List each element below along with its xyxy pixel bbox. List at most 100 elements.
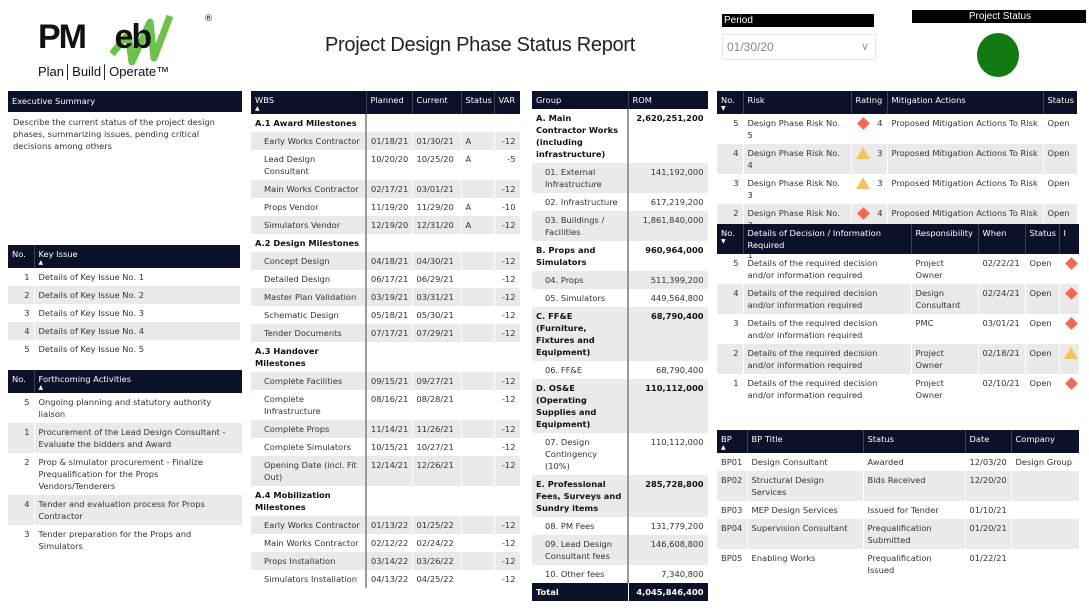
table-row[interactable]: 5 Design Phase Risk No. 5 4 Proposed Mitiga… <box>717 114 1078 144</box>
column-header[interactable]: Date <box>965 430 1012 453</box>
column-header[interactable]: Status <box>1043 91 1077 114</box>
table-row[interactable]: Props Installation 03/14/22 03/26/22 -12 <box>251 552 521 570</box>
column-header[interactable]: Company <box>1011 430 1079 453</box>
table-row[interactable]: Schematic Design 05/18/21 05/30/21 -12 <box>251 306 521 324</box>
group-row[interactable]: A.4 Mobilization Milestones <box>251 486 521 516</box>
table-row[interactable]: Early Works Contractor 01/18/21 01/30/21 A -… <box>251 132 521 150</box>
table-row[interactable]: 06. FF&E 68,790,400 <box>532 361 709 379</box>
sort-arrow-icon[interactable]: ▲ <box>39 260 237 266</box>
column-header[interactable]: WBS ▲ <box>251 91 367 114</box>
table-row[interactable]: 01. External Infrastructure 141,192,000 <box>532 163 709 193</box>
risk-rating: 3 <box>851 174 888 204</box>
table-row[interactable]: 07. Design Contingency (10%) 110,112,000 <box>532 433 709 475</box>
column-header[interactable]: I <box>1059 224 1079 254</box>
sort-arrow-icon[interactable]: ▼ <box>721 106 739 112</box>
column-header[interactable]: No. ▼ <box>717 91 744 114</box>
column-header[interactable]: No. ▼ <box>717 224 744 254</box>
column-header[interactable]: Key Issue ▲ <box>34 245 240 268</box>
table-row[interactable]: 1 Details of the required decision and/or… <box>717 374 1080 404</box>
table-row[interactable]: 05. Simulators 449,564,800 <box>532 289 709 307</box>
table-row[interactable]: Opening Date (incl. Fit Out) 12/14/21 12/2… <box>251 456 521 486</box>
variance: -12 <box>494 132 521 150</box>
table-row[interactable]: Main Works Contractor 02/17/21 03/01/21 -12 <box>251 180 521 198</box>
table-row[interactable]: 03. Buildings / Facilities 1,861,840,000 <box>532 211 709 241</box>
table-row[interactable]: 4 Tender and evaluation process for Props… <box>8 495 243 525</box>
sort-arrow-icon[interactable]: ▲ <box>39 385 239 391</box>
table-row[interactable]: Master Plan Validation 03/19/21 03/31/21 -1… <box>251 288 521 306</box>
group-row[interactable]: C. FF&E (Furniture, Fixtures and Equipme… <box>532 307 709 361</box>
column-header[interactable]: Mitigation Actions <box>887 91 1044 114</box>
column-header[interactable]: BP Title <box>747 430 864 453</box>
table-row[interactable]: Simulators Vendor 12/19/20 12/31/20 A -12 <box>251 216 521 234</box>
table-row[interactable]: Lead Design Consultant 10/20/20 10/25/20 A -… <box>251 150 521 180</box>
column-header[interactable]: Current <box>412 91 462 114</box>
column-header[interactable]: No. <box>8 245 35 268</box>
table-row[interactable]: 3 Design Phase Risk No. 3 3 Proposed Mitiga… <box>717 174 1078 204</box>
table-row[interactable]: Main Works Contractor 02/12/22 02/24/22 -12 <box>251 534 521 552</box>
table-row[interactable]: 10. Other fees 7,340,800 <box>532 565 709 583</box>
column-header[interactable]: VAR <box>494 91 520 114</box>
column-header[interactable]: ROM <box>628 91 708 109</box>
table-row[interactable]: 3 Details of the required decision and/or… <box>717 314 1080 344</box>
table-row[interactable]: 5 Ongoing planning and statutory authorit… <box>8 393 243 423</box>
column-header[interactable]: Risk <box>743 91 852 114</box>
table-row[interactable]: 4 Details of Key Issue No. 4 <box>8 322 241 340</box>
table-row[interactable]: Complete Infrastructure 08/16/21 08/28/21 -… <box>251 390 521 420</box>
table-row[interactable]: 2 Details of the required decision and/or… <box>717 344 1080 374</box>
table-row[interactable]: Tender Documents 07/17/21 07/29/21 -12 <box>251 324 521 342</box>
table-row[interactable]: Complete Props 11/14/21 11/26/21 -12 <box>251 420 521 438</box>
table-row[interactable]: 4 Design Phase Risk No. 4 3 Proposed Mitiga… <box>717 144 1078 174</box>
table-row[interactable]: Detailed Design 06/17/21 06/29/21 -12 <box>251 270 521 288</box>
table-row[interactable]: BP01 Design Consultant Awarded 12/03/20 Desi… <box>717 453 1080 471</box>
period-dropdown[interactable]: 01/30/20 ∨ <box>722 34 876 60</box>
table-row[interactable]: 2 Prop & simulator procurement - Finalize… <box>8 453 243 495</box>
column-header[interactable]: BP ▲ <box>717 430 748 453</box>
column-header[interactable]: Planned <box>366 91 413 114</box>
column-header[interactable]: Responsibility <box>911 224 979 254</box>
column-header[interactable]: Status <box>461 91 495 114</box>
group-row[interactable]: A.2 Design Milestones <box>251 234 521 252</box>
table-row[interactable]: 04. Props 511,399,200 <box>532 271 709 289</box>
table-row[interactable]: Complete Facilities 09/15/21 09/27/21 -12 <box>251 372 521 390</box>
column-header[interactable]: Status <box>863 430 966 453</box>
group-row[interactable]: D. OS&E (Operating Supplies and Equipmen… <box>532 379 709 433</box>
column-header[interactable]: Status <box>1025 224 1060 254</box>
current-date: 06/29/21 <box>412 270 462 288</box>
group-row[interactable]: A. Main Contractor Works (including infr… <box>532 109 709 163</box>
table-row[interactable]: 1 Procurement of the Lead Design Consulta… <box>8 423 243 453</box>
sort-arrow-icon[interactable]: ▲ <box>721 445 743 451</box>
table-row[interactable]: BP04 Supervision Consultant Prequalificati… <box>717 519 1080 549</box>
table-row[interactable]: 3 Details of Key Issue No. 3 <box>8 304 241 322</box>
header-row: No. ▼ Risk Rating Mitigation Actions Status <box>717 91 1077 114</box>
group-row[interactable]: E. Professional Fees, Surveys and Sundry… <box>532 475 709 517</box>
column-header[interactable]: Forthcoming Activities ▲ <box>34 370 242 393</box>
table-row[interactable]: Simulators Installation 04/13/22 04/25/22 -… <box>251 570 521 588</box>
table-row[interactable]: 5 Details of the required decision and/or… <box>717 254 1080 284</box>
table-row[interactable]: BP03 MEP Design Services Issued for Tender… <box>717 501 1080 519</box>
table-row[interactable]: Early Works Contractor 01/13/22 01/25/22 -1… <box>251 516 521 534</box>
table-row[interactable]: Complete Simulators 10/15/21 10/27/21 -12 <box>251 438 521 456</box>
group-name: 06. FF&E <box>532 361 629 379</box>
table-row[interactable]: 09. Lead Design Consultant fees 146,608,8… <box>532 535 709 565</box>
group-row[interactable]: A.3 Handover Milestones <box>251 342 521 372</box>
table-row[interactable]: BP02 Structural Design Services Bids Recei… <box>717 471 1080 501</box>
table-row[interactable]: 3 Tender preparation for the Props and Si… <box>8 525 243 555</box>
column-header[interactable]: Details of Decision / Information Requir… <box>743 224 912 254</box>
column-header[interactable]: No. <box>8 370 35 393</box>
table-row[interactable]: 02. Infrastructure 617,219,200 <box>532 193 709 211</box>
column-header[interactable]: Rating <box>851 91 888 114</box>
table-row[interactable]: 2 Details of Key Issue No. 2 <box>8 286 241 304</box>
sort-arrow-icon[interactable]: ▲ <box>255 106 362 112</box>
table-row[interactable]: 1 Details of Key Issue No. 1 <box>8 268 241 286</box>
table-row[interactable]: Concept Design 04/18/21 04/30/21 -12 <box>251 252 521 270</box>
table-row[interactable]: 5 Details of Key Issue No. 5 <box>8 340 241 358</box>
table-row[interactable]: Props Vendor 11/19/20 11/29/20 A -10 <box>251 198 521 216</box>
table-row[interactable]: 08. PM Fees 131,779,200 <box>532 517 709 535</box>
sort-arrow-icon[interactable]: ▼ <box>721 239 739 245</box>
column-header[interactable]: Group <box>532 91 629 109</box>
column-header[interactable]: When <box>978 224 1026 254</box>
group-row[interactable]: B. Props and Simulators 960,964,000 <box>532 241 709 271</box>
table-row[interactable]: 4 Details of the required decision and/or… <box>717 284 1080 314</box>
group-row[interactable]: A.1 Award Milestones <box>251 114 521 132</box>
table-row[interactable]: BP05 Enabling Works Prequalification Issue… <box>717 549 1080 579</box>
